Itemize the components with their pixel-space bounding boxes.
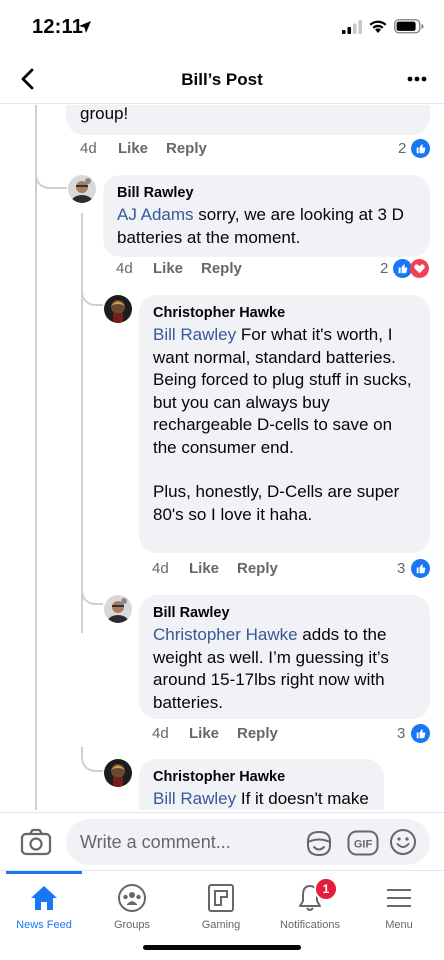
mention-link[interactable]: AJ Adams <box>117 205 194 224</box>
reaction-count: 3 <box>397 725 406 742</box>
comment-author[interactable]: Christopher Hawke <box>153 768 372 786</box>
reaction-count: 3 <box>397 560 406 577</box>
status-time: 12:11 <box>32 16 84 38</box>
tab-label: Menu <box>385 919 413 931</box>
tab-gaming[interactable]: Gaming <box>177 871 265 941</box>
mention-link[interactable]: Bill Rawley <box>153 325 236 344</box>
sticker-icon[interactable] <box>304 828 334 858</box>
svg-text:GIF: GIF <box>354 839 373 851</box>
comment-author[interactable]: Bill Rawley <box>153 604 418 622</box>
like-reaction-icon[interactable] <box>411 139 430 158</box>
comment-text: AJ Adams sorry, we are looking at 3 D ba… <box>117 204 418 249</box>
comment-bubble: Bill Rawley AJ Adams sorry, we are looki… <box>103 175 430 257</box>
like-button[interactable]: Like <box>153 260 183 277</box>
tab-label: Notifications <box>280 919 340 931</box>
like-button[interactable]: Like <box>118 140 148 157</box>
comment-text: Christopher Hawke adds to the weight as … <box>153 624 418 714</box>
reply-button[interactable]: Reply <box>237 560 278 577</box>
comment-actions: 4d Like Reply <box>80 140 230 160</box>
comment-bubble: Christopher Hawke Bill Rawley If it does… <box>139 759 384 810</box>
avatar-photo-christopher <box>104 295 132 323</box>
gaming-icon <box>208 884 234 912</box>
love-reaction-icon[interactable] <box>410 259 429 278</box>
thread-connector <box>35 160 67 189</box>
menu-icon <box>387 889 411 907</box>
comment-actions: 4d Like Reply <box>116 260 266 280</box>
comment-text: Bill Rawley For what it's worth, I want … <box>153 324 418 459</box>
thread-line <box>35 105 37 810</box>
mention-link[interactable]: Bill Rawley <box>153 789 236 808</box>
comment-bubble: group! <box>66 105 430 135</box>
thread-connector <box>81 587 103 605</box>
more-options-icon[interactable] <box>402 66 432 92</box>
reaction-count: 2 <box>398 140 407 157</box>
groups-icon <box>118 884 146 912</box>
tab-label: Groups <box>113 919 151 931</box>
like-reaction-icon[interactable] <box>411 559 430 578</box>
camera-icon[interactable] <box>20 827 52 857</box>
thread-connector <box>81 287 103 306</box>
reaction-count: 2 <box>380 260 389 277</box>
thread-line <box>81 213 83 633</box>
page-title: Bill’s Post <box>181 70 263 89</box>
tab-menu[interactable]: Menu <box>355 871 443 941</box>
emoji-icon[interactable] <box>389 828 417 856</box>
avatar[interactable] <box>104 759 132 787</box>
location-arrow-icon <box>79 21 91 33</box>
cellular-signal-icon <box>342 20 362 34</box>
comment-time: 4d <box>80 140 97 157</box>
mention-link[interactable]: Christopher Hawke <box>153 625 298 644</box>
nav-bar: Bill’s Post <box>0 56 444 104</box>
gif-icon[interactable]: GIF <box>347 830 379 856</box>
avatar[interactable] <box>104 295 132 323</box>
tab-label: Gaming <box>201 919 241 931</box>
notification-badge: 1 <box>314 877 338 901</box>
comment-text: Bill Rawley If it doesn't make <box>153 788 372 810</box>
avatar-photo-bill <box>104 595 132 623</box>
like-button[interactable]: Like <box>189 725 219 742</box>
reply-button[interactable]: Reply <box>166 140 207 157</box>
home-icon <box>31 886 57 910</box>
comment-time: 4d <box>152 560 169 577</box>
battery-icon <box>394 19 424 34</box>
comment-thread: group! 4d Like Reply 2 Bill Rawley AJ Ad… <box>0 105 444 810</box>
avatar-photo-bill <box>68 175 96 203</box>
comment-bubble: Bill Rawley Christopher Hawke adds to th… <box>139 595 430 719</box>
comment-time: 4d <box>116 260 133 277</box>
comment-actions: 4d Like Reply <box>152 560 302 580</box>
comment-composer: GIF <box>0 812 444 870</box>
comment-text: group! <box>80 105 129 123</box>
avatar-photo-christopher <box>104 759 132 787</box>
comment-author[interactable]: Bill Rawley <box>117 184 418 202</box>
comment-text: Plus, honestly, D-Cells are super 80's s… <box>153 482 400 524</box>
comment-time: 4d <box>152 725 169 742</box>
comment-body: For what it's worth, I want normal, stan… <box>153 325 412 457</box>
reply-button[interactable]: Reply <box>237 725 278 742</box>
home-indicator <box>143 945 301 950</box>
tab-groups[interactable]: Groups <box>88 871 176 941</box>
like-reaction-icon[interactable] <box>411 724 430 743</box>
like-button[interactable]: Like <box>189 560 219 577</box>
comment-actions: 4d Like Reply <box>152 725 302 745</box>
status-bar: 12:11 <box>0 0 444 56</box>
avatar[interactable] <box>104 595 132 623</box>
comment-body: If it doesn't make <box>236 789 369 808</box>
comment-author[interactable]: Christopher Hawke <box>153 304 418 322</box>
active-tab-indicator <box>6 871 82 874</box>
comment-bubble: Christopher Hawke Bill Rawley For what i… <box>139 295 430 553</box>
wifi-icon <box>369 20 387 33</box>
reply-button[interactable]: Reply <box>201 260 242 277</box>
thread-connector <box>81 747 103 772</box>
tab-news-feed[interactable]: News Feed <box>0 871 88 941</box>
avatar[interactable] <box>68 175 96 203</box>
tab-label: News Feed <box>16 919 72 931</box>
tab-notifications[interactable]: 1 Notifications <box>266 871 354 941</box>
